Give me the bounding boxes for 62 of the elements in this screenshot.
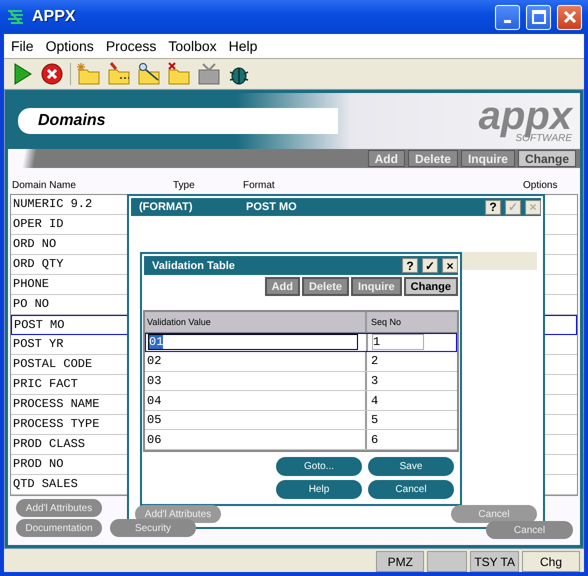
table-row[interactable]: 02 2 xyxy=(145,352,457,372)
search-folder-icon[interactable] xyxy=(137,62,161,86)
maximize-button[interactable] xyxy=(526,4,551,30)
table-cell: 3 xyxy=(371,374,378,388)
table-cell: 6 xyxy=(371,432,378,447)
menu-item[interactable]: Help xyxy=(224,38,262,54)
table-cell: 06 xyxy=(147,432,162,447)
close-icon xyxy=(562,10,576,24)
dialog-title: (FORMAT) xyxy=(139,201,194,213)
table-row[interactable]: 06 6 xyxy=(145,430,457,450)
mode-button[interactable]: Change xyxy=(404,277,458,296)
title-control[interactable]: ? xyxy=(485,200,501,214)
dialog-button[interactable]: Cancel xyxy=(368,480,454,499)
mode-button[interactable]: Change xyxy=(518,150,576,167)
edit-folder-icon[interactable] xyxy=(107,62,131,86)
tv-icon[interactable] xyxy=(197,62,221,86)
dialog-button[interactable]: Goto... xyxy=(276,457,362,476)
table-cell: 2 xyxy=(371,354,378,368)
table-cell: 04 xyxy=(147,394,162,408)
stop-icon[interactable] xyxy=(40,62,64,86)
close-button[interactable] xyxy=(557,4,582,30)
status-panel: Chg xyxy=(522,551,580,572)
screen-title: Domains xyxy=(18,108,338,134)
table-row[interactable]: 05 5 xyxy=(145,410,457,430)
table-cell: 4 xyxy=(371,394,378,408)
delete-folder-icon[interactable] xyxy=(167,62,191,86)
menu-item[interactable]: File xyxy=(6,38,39,54)
dialog-button[interactable]: Help xyxy=(276,480,362,499)
maximize-icon xyxy=(532,10,546,24)
menu-item[interactable]: Process xyxy=(100,38,162,54)
title-control[interactable]: × xyxy=(442,258,458,273)
table-row[interactable]: 03 3 xyxy=(145,372,457,392)
dialog-button[interactable]: Save xyxy=(368,457,454,476)
table-cell: 5 xyxy=(371,413,378,428)
title-control[interactable]: ? xyxy=(402,258,418,273)
status-panel xyxy=(427,551,468,572)
window-title: APPX xyxy=(32,8,77,26)
column-header: Type xyxy=(173,180,196,191)
table-cell: 03 xyxy=(147,374,162,388)
dialog-title: Validation Table xyxy=(152,260,236,272)
minimize-icon xyxy=(504,20,511,22)
status-panel: PMZ xyxy=(376,551,424,572)
title-control[interactable]: ✓ xyxy=(422,258,438,273)
seq-input[interactable]: 1 xyxy=(372,334,424,350)
minimize-button[interactable] xyxy=(495,4,520,30)
new-folder-icon[interactable] xyxy=(77,62,101,86)
app-icon xyxy=(6,9,26,25)
column-header: Validation Value xyxy=(145,312,367,332)
column-header: Seq No xyxy=(370,316,402,329)
table-row[interactable]: 04 4 xyxy=(145,391,457,411)
menu-item[interactable]: Toolbox xyxy=(163,38,222,54)
menu-item[interactable]: Options xyxy=(40,38,99,54)
status-panel: TSY TA xyxy=(470,551,519,572)
table-cell: 05 xyxy=(147,413,162,428)
column-header: Domain Name xyxy=(12,180,77,191)
appx-logo: appx SOFTWARE xyxy=(478,98,572,144)
table-row[interactable]: 01 1 xyxy=(145,332,457,352)
dialog-value: POST MO xyxy=(246,201,298,213)
value-input[interactable]: 01 xyxy=(148,334,358,350)
table-cell: 02 xyxy=(147,354,162,368)
column-header: Options xyxy=(523,180,558,191)
column-header: Format xyxy=(243,180,276,191)
